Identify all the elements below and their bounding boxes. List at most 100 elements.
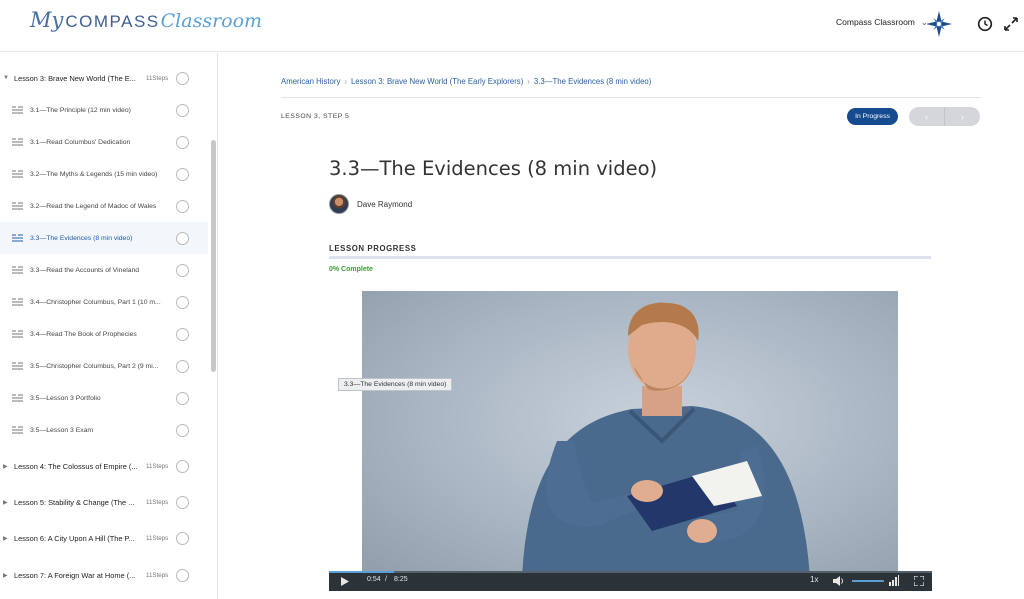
top-bar: My COMPASS Classroom Compass Classroom ⌄: [0, 0, 1024, 52]
topic-list-icon: [12, 202, 23, 210]
topic-row[interactable]: 3.2—Read the Legend of Madoc of Wales: [0, 190, 208, 222]
previous-step-button[interactable]: ‹: [909, 107, 944, 126]
user-menu[interactable]: Compass Classroom ⌄: [836, 17, 928, 27]
divider: [281, 97, 981, 98]
breadcrumb-link-lesson[interactable]: Lesson 3: Brave New World (The Early Exp…: [351, 77, 523, 86]
completion-circle-icon: [176, 71, 189, 85]
topic-row[interactable]: 3.1—Read Columbus' Dedication: [0, 126, 208, 158]
topic-row[interactable]: 3.4—Christopher Columbus, Part 1 (10 m..…: [0, 286, 208, 318]
step-navigation: ‹ ›: [909, 107, 980, 126]
course-sidebar: ▼ Lesson 3: Brave New World (The E... 11…: [0, 53, 218, 599]
seek-bar[interactable]: [329, 571, 932, 573]
caret-right-icon[interactable]: ▶: [3, 572, 8, 579]
lesson-title: Lesson 6: A City Upon A Hill (The P...: [14, 533, 135, 543]
completion-circle-icon: [176, 103, 189, 117]
logo-classroom: Classroom: [160, 10, 263, 32]
topic-list-icon: [12, 330, 23, 338]
lesson-progress-heading: LESSON PROGRESS: [329, 244, 417, 253]
video-controls: 0:54 / 8:25 1x: [329, 571, 932, 591]
caret-right-icon[interactable]: ▶: [3, 499, 8, 506]
logo-compass: COMPASS: [65, 12, 160, 31]
step-label: LESSON 3, STEP 5: [281, 113, 350, 120]
playback-speed-button[interactable]: 1x: [810, 575, 818, 584]
quality-bars-icon[interactable]: [889, 575, 899, 586]
topic-row[interactable]: 3.3—Read the Accounts of Vineland: [0, 254, 208, 286]
lesson-step-count: 11Steps: [146, 462, 169, 470]
topic-title: 3.5—Christopher Columbus, Part 2 (9 mi..…: [30, 362, 159, 370]
duration: 8:25: [394, 576, 408, 583]
lesson-row-3[interactable]: ▼ Lesson 3: Brave New World (The E... 11…: [0, 62, 208, 94]
topic-title: 3.1—Read Columbus' Dedication: [30, 138, 131, 146]
topic-title: 3.5—Lesson 3 Exam: [30, 426, 94, 434]
breadcrumb-link-topic[interactable]: 3.3—The Evidences (8 min video): [534, 77, 651, 86]
lesson-row-4[interactable]: ▶ Lesson 4: The Colossus of Empire (... …: [0, 450, 208, 482]
completion-circle-icon: [176, 423, 189, 437]
completion-circle-icon: [176, 135, 189, 149]
lesson-progress-bar: [329, 256, 931, 259]
topic-list-icon: [12, 298, 23, 306]
breadcrumb-separator: ›: [344, 77, 347, 86]
completion-circle-icon: [176, 495, 189, 509]
topic-list-icon: [12, 106, 23, 114]
lesson-title: Lesson 3: Brave New World (The E...: [14, 73, 136, 83]
clock-icon[interactable]: [977, 16, 993, 32]
topic-title: 3.3—Read the Accounts of Vineland: [30, 266, 140, 274]
author-name: Dave Raymond: [357, 199, 413, 209]
breadcrumb-link-course[interactable]: American History: [281, 77, 340, 86]
caret-down-icon[interactable]: ▼: [3, 75, 9, 81]
fullscreen-icon[interactable]: [1003, 16, 1019, 32]
topic-row[interactable]: 3.5—Christopher Columbus, Part 2 (9 mi..…: [0, 350, 208, 382]
caret-right-icon[interactable]: ▶: [3, 535, 8, 542]
avatar: [329, 194, 349, 214]
topic-row-active[interactable]: 3.3—The Evidences (8 min video): [0, 222, 208, 254]
video-title-tooltip: 3.3—The Evidences (8 min video): [338, 378, 453, 391]
caret-right-icon[interactable]: ▶: [3, 463, 8, 470]
logo[interactable]: My COMPASS Classroom: [30, 8, 262, 40]
time-separator: /: [385, 576, 387, 583]
completion-circle-icon: [176, 231, 189, 245]
topic-list-icon: [12, 426, 23, 434]
topic-list-icon: [12, 266, 23, 274]
lesson-step-count: 11Steps: [146, 534, 169, 542]
volume-slider-fill: [852, 580, 882, 582]
topic-row[interactable]: 3.2—The Myths & Legends (15 min video): [0, 158, 208, 190]
topic-list-icon: [12, 234, 23, 242]
topic-list-icon: [12, 394, 23, 402]
page-title: 3.3—The Evidences (8 min video): [329, 157, 658, 180]
lesson-title: Lesson 5: Stability & Change (The ...: [14, 497, 135, 507]
lesson-progress-text: 0% Complete: [329, 266, 373, 273]
lesson-title: Lesson 4: The Colossus of Empire (...: [14, 461, 138, 471]
topic-title: 3.1—The Principle (12 min video): [30, 106, 131, 114]
topic-list-icon: [12, 170, 23, 178]
completion-circle-icon: [176, 391, 189, 405]
topic-title: 3.4—Read The Book of Prophecies: [30, 330, 137, 338]
completion-circle-icon: [176, 263, 189, 277]
topic-row[interactable]: 3.5—Lesson 3 Exam: [0, 414, 208, 446]
topic-row[interactable]: 3.1—The Principle (12 min video): [0, 94, 208, 126]
logo-my: My: [30, 8, 64, 32]
topic-list-icon: [12, 138, 23, 146]
completion-circle-icon: [176, 167, 189, 181]
author: Dave Raymond: [329, 194, 412, 214]
completion-circle-icon: [176, 531, 189, 545]
video-fullscreen-icon[interactable]: [914, 576, 924, 586]
video-player[interactable]: [362, 291, 898, 579]
topic-row[interactable]: 3.5—Lesson 3 Portfolio: [0, 382, 208, 414]
topic-row[interactable]: 3.4—Read The Book of Prophecies: [0, 318, 208, 350]
lesson-row-7[interactable]: ▶ Lesson 7: A Foreign War at Home (... 1…: [0, 559, 208, 591]
next-step-button[interactable]: ›: [944, 107, 980, 126]
seek-bar-played: [329, 571, 394, 573]
status-badge[interactable]: In Progress: [847, 108, 898, 125]
lesson-row-6[interactable]: ▶ Lesson 6: A City Upon A Hill (The P...…: [0, 522, 208, 554]
completion-circle-icon: [176, 295, 189, 309]
user-menu-label: Compass Classroom: [836, 17, 915, 27]
play-icon[interactable]: [340, 577, 349, 586]
volume-icon[interactable]: [833, 576, 845, 586]
lesson-row-5[interactable]: ▶ Lesson 5: Stability & Change (The ... …: [0, 486, 208, 518]
completion-circle-icon: [176, 199, 189, 213]
breadcrumb: American History › Lesson 3: Brave New Wor…: [281, 77, 651, 86]
presenter-image: [522, 302, 810, 579]
sidebar-scrollbar[interactable]: [211, 140, 216, 372]
topic-list-icon: [12, 362, 23, 370]
topic-title: 3.2—Read the Legend of Madoc of Wales: [30, 202, 157, 210]
